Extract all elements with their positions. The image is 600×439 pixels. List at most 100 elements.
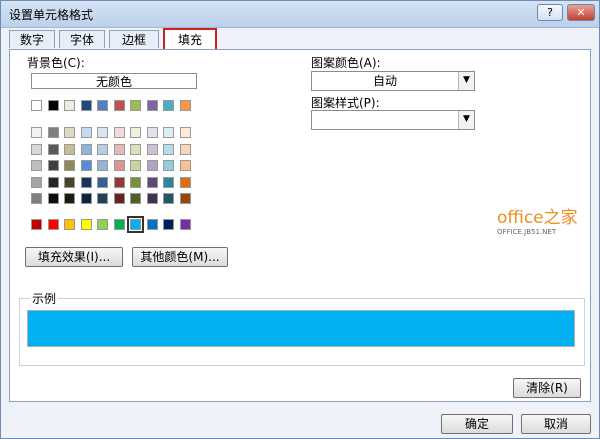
shade-color-swatch[interactable] (47, 160, 59, 171)
shade-color-swatch[interactable] (47, 127, 59, 138)
clear-button[interactable]: 清除(R) (513, 378, 581, 398)
shade-color-swatch[interactable] (47, 176, 59, 188)
shade-color-swatch[interactable] (113, 160, 125, 171)
standard-color-swatch[interactable] (80, 219, 92, 230)
theme-color-swatch[interactable] (31, 100, 42, 111)
shade-color-swatch[interactable] (163, 127, 174, 138)
help-icon: ? (547, 6, 553, 19)
fill-effects-button[interactable]: 填充效果(I)... (25, 247, 123, 267)
shade-color-swatch[interactable] (80, 193, 92, 204)
other-colors-button[interactable]: 其他颜色(M)... (132, 247, 228, 267)
theme-color-swatch[interactable] (179, 100, 191, 111)
theme-color-swatch[interactable] (80, 100, 92, 111)
shade-color-swatch[interactable] (179, 176, 191, 188)
close-icon: ✕ (576, 6, 586, 19)
shade-color-swatch[interactable] (163, 143, 174, 155)
theme-color-swatch[interactable] (64, 100, 75, 111)
shade-color-swatch[interactable] (64, 127, 75, 138)
chevron-down-icon: ▼ (458, 111, 474, 129)
standard-color-swatch[interactable] (127, 216, 144, 233)
theme-color-swatch[interactable] (47, 100, 59, 111)
shade-color-swatch[interactable] (80, 127, 92, 138)
shade-color-swatch[interactable] (130, 127, 141, 138)
shade-color-swatch[interactable] (146, 193, 158, 204)
shade-color-swatch[interactable] (146, 143, 158, 155)
theme-color-swatch[interactable] (113, 100, 125, 111)
standard-color-swatch[interactable] (113, 219, 125, 230)
shade-color-swatch[interactable] (97, 127, 108, 138)
cancel-button[interactable]: 取消 (521, 414, 591, 434)
shade-color-swatch[interactable] (113, 193, 125, 204)
pattern-color-select[interactable]: 自动 ▼ (311, 71, 475, 91)
shade-color-swatch[interactable] (31, 176, 42, 188)
shade-color-swatch[interactable] (179, 127, 191, 138)
shade-color-swatch[interactable] (80, 143, 92, 155)
shade-color-swatch[interactable] (113, 176, 125, 188)
shade-color-swatch[interactable] (130, 160, 141, 171)
shade-color-swatch[interactable] (97, 176, 108, 188)
close-button[interactable]: ✕ (567, 4, 595, 21)
shade-color-swatch[interactable] (130, 176, 141, 188)
title-bar: 设置单元格格式 ? ✕ (1, 1, 599, 28)
shade-color-swatch[interactable] (31, 127, 42, 138)
tab-fill[interactable]: 填充 (163, 28, 217, 50)
shade-color-swatch[interactable] (47, 193, 59, 204)
shade-color-swatch[interactable] (64, 160, 75, 171)
standard-color-swatch[interactable] (97, 219, 108, 230)
help-button[interactable]: ? (537, 4, 563, 21)
tab-font[interactable]: 字体 (59, 30, 105, 48)
shade-color-swatch[interactable] (146, 127, 158, 138)
ok-button[interactable]: 确定 (441, 414, 513, 434)
theme-color-swatch[interactable] (146, 100, 158, 111)
shade-color-swatch[interactable] (130, 193, 141, 204)
shade-color-swatch[interactable] (47, 143, 59, 155)
pattern-style-label: 图案样式(P): (311, 96, 380, 110)
theme-color-swatch[interactable] (97, 100, 108, 111)
standard-color-swatch[interactable] (146, 219, 158, 230)
shade-color-swatch[interactable] (179, 160, 191, 171)
shade-color-swatch[interactable] (146, 160, 158, 171)
standard-color-swatch[interactable] (64, 219, 75, 230)
shade-color-swatch[interactable] (31, 160, 42, 171)
shade-color-swatch[interactable] (113, 127, 125, 138)
shade-color-swatch[interactable] (31, 143, 42, 155)
shade-color-swatch[interactable] (97, 143, 108, 155)
shade-color-swatch[interactable] (64, 176, 75, 188)
tab-border[interactable]: 边框 (109, 30, 159, 48)
chevron-down-icon: ▼ (458, 72, 474, 90)
shade-color-swatch[interactable] (179, 193, 191, 204)
format-cells-dialog: 设置单元格格式 ? ✕ 数字 字体 边框 填充 背景色(C): 无颜色 填充效果… (0, 0, 600, 439)
shade-color-swatch[interactable] (97, 193, 108, 204)
sample-preview (27, 310, 575, 347)
shade-color-swatch[interactable] (146, 176, 158, 188)
theme-color-swatch[interactable] (163, 100, 174, 111)
dialog-title: 设置单元格格式 (9, 8, 94, 22)
shade-color-swatch[interactable] (80, 160, 92, 171)
watermark-logo: office之家 OFFICE.JB51.NET (497, 203, 578, 236)
shade-color-swatch[interactable] (163, 193, 174, 204)
standard-color-swatch[interactable] (179, 219, 191, 230)
theme-color-swatch[interactable] (130, 100, 141, 111)
shade-color-swatch[interactable] (97, 160, 108, 171)
background-color-label: 背景色(C): (27, 56, 85, 70)
standard-color-swatch[interactable] (31, 219, 42, 230)
sample-group: 示例 (19, 290, 585, 366)
pattern-style-select[interactable]: ▼ (311, 110, 475, 130)
pattern-color-label: 图案颜色(A): (311, 56, 381, 70)
standard-color-swatch[interactable] (47, 219, 59, 230)
shade-color-swatch[interactable] (130, 143, 141, 155)
sample-label: 示例 (30, 290, 59, 307)
shade-color-swatch[interactable] (64, 193, 75, 204)
shade-color-swatch[interactable] (80, 176, 92, 188)
shade-color-swatch[interactable] (163, 176, 174, 188)
shade-color-swatch[interactable] (113, 143, 125, 155)
watermark-brand: office之家 (497, 208, 578, 228)
no-color-button[interactable]: 无颜色 (31, 73, 197, 89)
shade-color-swatch[interactable] (64, 143, 75, 155)
fill-panel: 背景色(C): 无颜色 填充效果(I)... 其他颜色(M)... 图案颜色(A… (9, 49, 591, 402)
shade-color-swatch[interactable] (31, 193, 42, 204)
standard-color-swatch[interactable] (163, 219, 174, 230)
tab-number[interactable]: 数字 (9, 30, 55, 48)
shade-color-swatch[interactable] (179, 143, 191, 155)
shade-color-swatch[interactable] (163, 160, 174, 171)
